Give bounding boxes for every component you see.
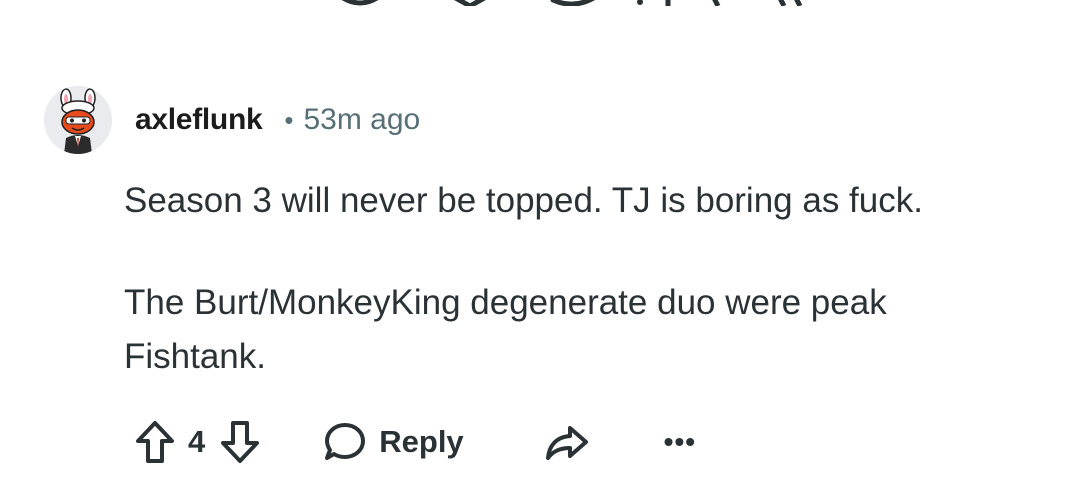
more-options-button[interactable]: ••• (664, 428, 696, 456)
meta-separator: • (284, 104, 294, 135)
comment-header: axleflunk • 53m ago (135, 100, 420, 140)
share-arrow-icon (545, 426, 588, 460)
timestamp: 53m ago (303, 103, 421, 136)
comment-paragraph: The Burt/MonkeyKing degenerate duo were … (124, 283, 887, 376)
comment: axleflunk • 53m ago Season 3 will never … (0, 0, 1080, 493)
upvote-arrow-icon (136, 421, 174, 463)
reply-label: Reply (379, 424, 464, 459)
speech-bubble-icon (325, 423, 366, 460)
share-button[interactable] (544, 422, 590, 462)
user-avatar[interactable] (44, 86, 112, 154)
downvote-button[interactable] (219, 419, 261, 465)
comment-paragraph: Season 3 will never be topped. TJ is bor… (124, 181, 923, 220)
username-link[interactable]: axleflunk (135, 103, 263, 137)
downvote-arrow-icon (221, 421, 260, 463)
snoo-avatar-icon (44, 86, 112, 154)
vote-score: 4 (188, 424, 206, 459)
comment-body: Season 3 will never be topped. TJ is bor… (124, 174, 1024, 432)
comment-action-bar: 4 Reply ••• (134, 416, 696, 468)
upvote-button[interactable] (134, 419, 176, 465)
reply-button[interactable]: Reply (323, 420, 464, 464)
